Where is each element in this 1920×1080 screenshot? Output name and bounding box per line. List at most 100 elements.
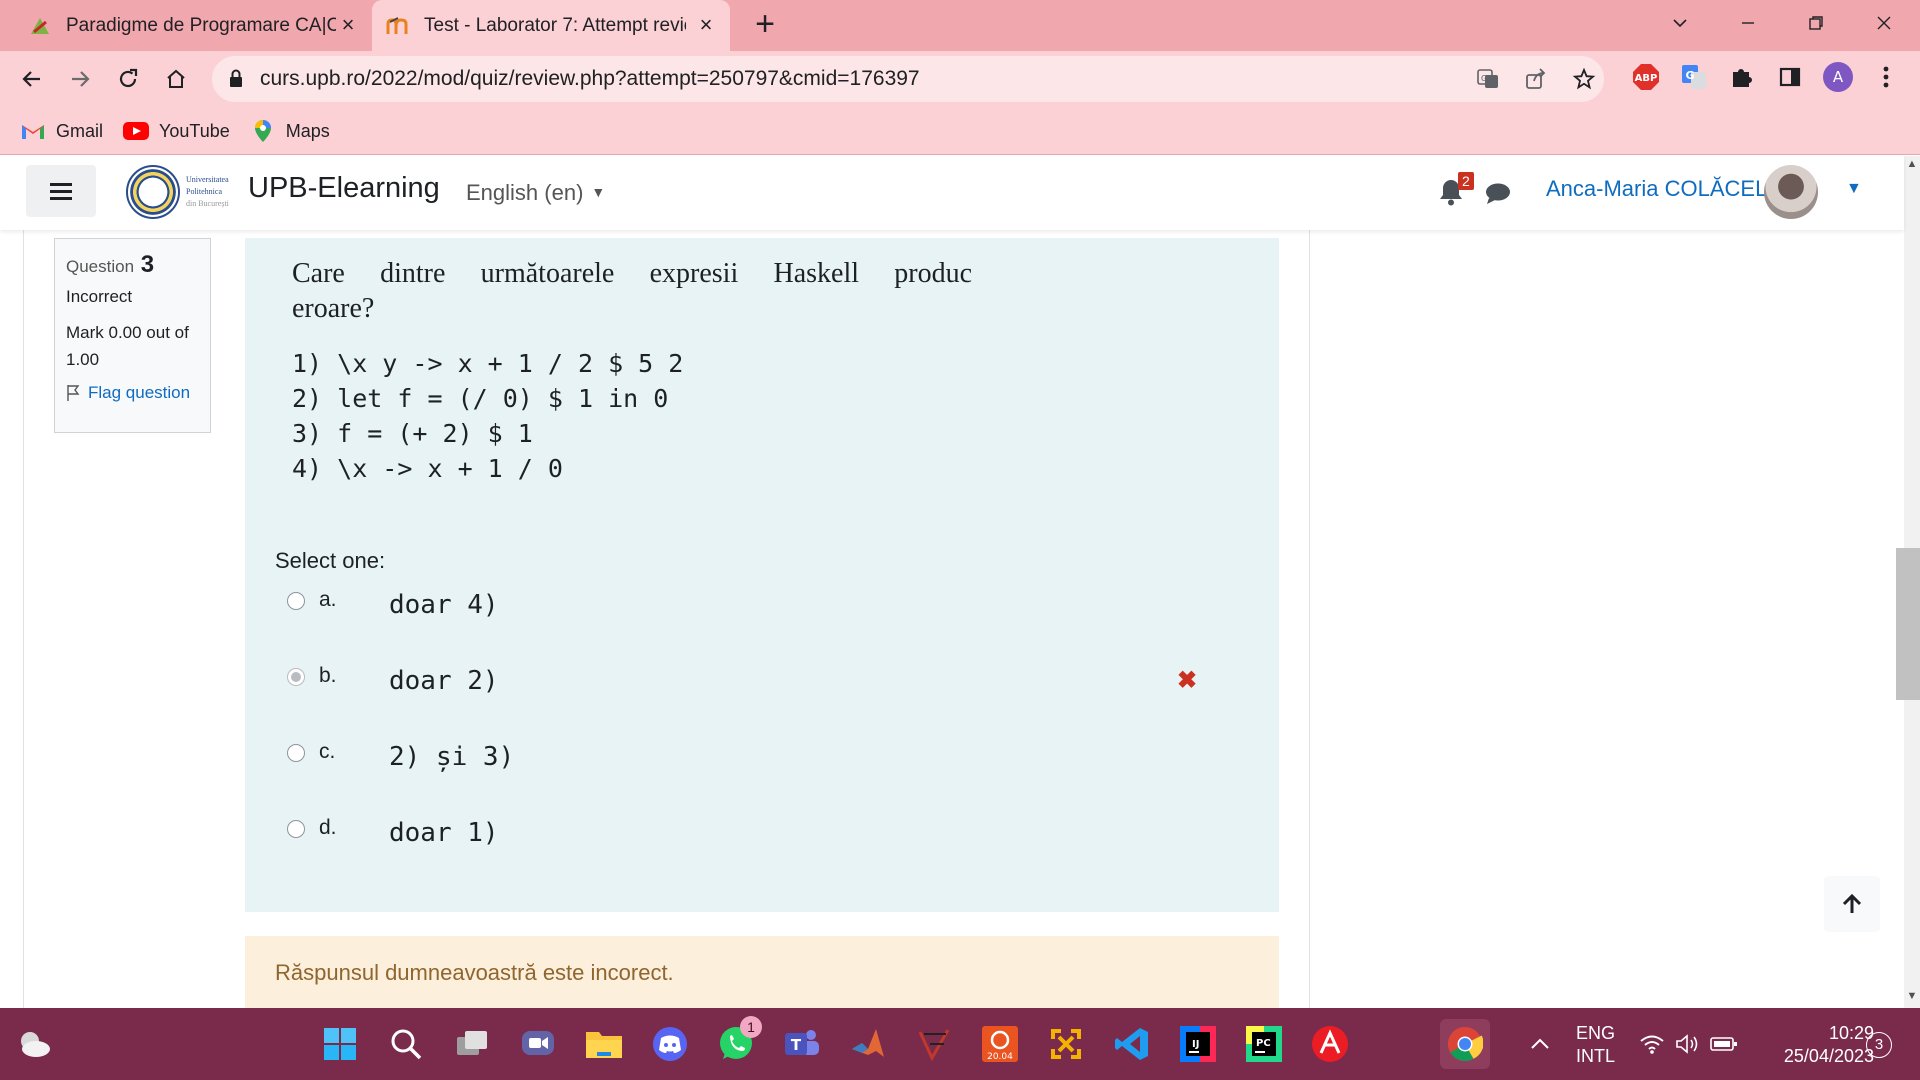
translate-page-icon[interactable]: G xyxy=(1474,65,1502,93)
start-menu-icon[interactable] xyxy=(318,1022,362,1066)
virtualbox-icon[interactable] xyxy=(1044,1022,1088,1066)
tray-overflow-chevron-icon[interactable] xyxy=(1518,1022,1562,1066)
notification-center-badge[interactable]: 3 xyxy=(1866,1032,1892,1058)
lock-icon[interactable] xyxy=(228,68,244,93)
code-line: 2) let f = (/ 0) $ 1 in 0 xyxy=(292,384,669,413)
address-bar[interactable]: curs.upb.ro/2022/mod/quiz/review.php?att… xyxy=(212,56,1604,102)
reload-button[interactable] xyxy=(110,61,146,97)
radio-button[interactable] xyxy=(287,592,305,610)
site-name[interactable]: UPB-Elearning xyxy=(248,172,440,205)
logisim-icon[interactable] xyxy=(912,1022,956,1066)
tab-test-laborator[interactable]: Test - Laborator 7: Attempt review × xyxy=(372,0,730,51)
share-icon[interactable] xyxy=(1522,65,1550,93)
google-translate-extension-icon[interactable]: G xyxy=(1678,61,1710,93)
task-view-icon[interactable] xyxy=(450,1022,494,1066)
weather-widget-icon[interactable] xyxy=(12,1022,56,1066)
svg-text:ABP: ABP xyxy=(1635,73,1658,84)
language-menu[interactable]: English (en) ▼ xyxy=(466,180,605,206)
option-text: doar 2) xyxy=(389,666,499,696)
moodle-favicon-icon xyxy=(386,14,410,38)
keyboard-language[interactable]: ENG INTL xyxy=(1576,1022,1615,1068)
bookmark-youtube[interactable]: YouTube xyxy=(123,120,230,142)
university-logo[interactable]: Universitatea Politehnica din București xyxy=(126,164,244,220)
intellij-icon[interactable]: IJ xyxy=(1176,1022,1220,1066)
extensions-puzzle-icon[interactable] xyxy=(1726,61,1758,93)
teams-icon[interactable]: T xyxy=(780,1022,824,1066)
answer-option-c[interactable]: c. 2) și 3) xyxy=(287,740,1187,780)
arrow-up-icon xyxy=(1842,893,1862,913)
user-menu-caret-icon[interactable]: ▼ xyxy=(1846,180,1862,198)
moodle-favicon-icon xyxy=(28,14,52,38)
bookmark-label: Gmail xyxy=(56,120,104,141)
scroll-down-arrow-icon[interactable]: ▼ xyxy=(1904,990,1920,1006)
chrome-taskbar-icon[interactable] xyxy=(1440,1019,1490,1069)
forward-button[interactable] xyxy=(62,61,98,97)
side-panel-icon[interactable] xyxy=(1774,61,1806,93)
gmail-icon xyxy=(20,120,46,142)
messages-icon[interactable] xyxy=(1484,182,1512,210)
answer-option-d[interactable]: d. doar 1) xyxy=(287,816,1187,856)
file-explorer-icon[interactable] xyxy=(582,1022,626,1066)
back-to-top-button[interactable] xyxy=(1824,876,1880,932)
back-button[interactable] xyxy=(14,61,50,97)
tab-paradigme[interactable]: Paradigme de Programare CA|CB × xyxy=(14,0,372,51)
code-line: 4) \x -> x + 1 / 0 xyxy=(292,454,563,483)
system-clock[interactable]: 10:29 25/04/2023 xyxy=(1760,1022,1874,1068)
answer-option-a[interactable]: a. doar 4) xyxy=(287,588,1187,628)
close-tab-icon[interactable]: × xyxy=(336,13,360,37)
search-icon[interactable] xyxy=(384,1022,428,1066)
bookmark-maps[interactable]: Maps xyxy=(250,120,330,142)
new-tab-button[interactable]: + xyxy=(748,7,782,42)
drawer-toggle-button[interactable] xyxy=(26,165,96,217)
vlc-ubuntu-icon[interactable]: 20.04 xyxy=(978,1022,1022,1066)
profile-avatar[interactable]: A xyxy=(1822,61,1854,93)
teams-chat-icon[interactable] xyxy=(516,1022,560,1066)
adblock-plus-icon[interactable]: ABP xyxy=(1630,61,1662,93)
acrobat-icon[interactable] xyxy=(1308,1022,1352,1066)
option-letter: b. xyxy=(319,664,337,687)
flag-icon xyxy=(67,385,80,401)
university-seal-icon xyxy=(126,165,180,219)
tab-search-chevron-icon[interactable] xyxy=(1660,8,1700,42)
page-border xyxy=(23,230,24,1010)
site-navbar: Universitatea Politehnica din București … xyxy=(0,156,1904,230)
battery-icon[interactable] xyxy=(1702,1022,1746,1066)
vscode-icon[interactable] xyxy=(1110,1022,1154,1066)
svg-text:G: G xyxy=(1481,74,1487,83)
matlab-icon[interactable] xyxy=(846,1022,890,1066)
bookmark-star-icon[interactable] xyxy=(1570,65,1598,93)
user-avatar[interactable] xyxy=(1764,165,1818,219)
option-letter: a. xyxy=(319,588,337,611)
question-info-panel: Question 3 Incorrect Mark 0.00 out of 1.… xyxy=(54,238,211,433)
browser-menu-icon[interactable] xyxy=(1870,61,1902,93)
code-line: 3) f = (+ 2) $ 1 xyxy=(292,419,533,448)
scrollbar-thumb[interactable] xyxy=(1896,548,1920,700)
restore-button[interactable] xyxy=(1796,8,1836,42)
whatsapp-icon[interactable]: 1 xyxy=(714,1016,762,1066)
bookmark-label: YouTube xyxy=(159,120,230,141)
scroll-up-arrow-icon[interactable]: ▲ xyxy=(1904,158,1920,174)
bookmark-gmail[interactable]: Gmail xyxy=(20,120,103,142)
maps-icon xyxy=(250,120,276,142)
minimize-button[interactable] xyxy=(1728,8,1768,42)
option-letter: d. xyxy=(319,816,337,839)
svg-text:IJ: IJ xyxy=(1192,1039,1199,1050)
user-name[interactable]: Anca-Maria COLĂCEL xyxy=(1546,176,1767,202)
svg-text:PC: PC xyxy=(1256,1038,1271,1049)
radio-button[interactable] xyxy=(287,744,305,762)
radio-button[interactable] xyxy=(287,820,305,838)
discord-icon[interactable] xyxy=(648,1022,692,1066)
code-line: 1) \x y -> x + 1 / 2 $ 5 2 xyxy=(292,349,684,378)
pycharm-icon[interactable]: PC xyxy=(1242,1022,1286,1066)
feedback-box: Răspunsul dumneavoastră este incorect. xyxy=(245,936,1279,1008)
home-button[interactable] xyxy=(158,61,194,97)
incorrect-mark-icon: ✖ xyxy=(1177,667,1198,694)
svg-text:T: T xyxy=(791,1036,802,1054)
url-text[interactable]: curs.upb.ro/2022/mod/quiz/review.php?att… xyxy=(260,67,920,91)
radio-button-selected[interactable] xyxy=(287,668,305,686)
close-tab-icon[interactable]: × xyxy=(694,13,718,37)
answer-option-b[interactable]: b. doar 2) ✖ xyxy=(287,664,1197,704)
question-text-continued: eroare? xyxy=(292,293,375,324)
flag-question-link[interactable]: Flag question xyxy=(66,383,199,403)
close-window-button[interactable] xyxy=(1864,8,1904,42)
